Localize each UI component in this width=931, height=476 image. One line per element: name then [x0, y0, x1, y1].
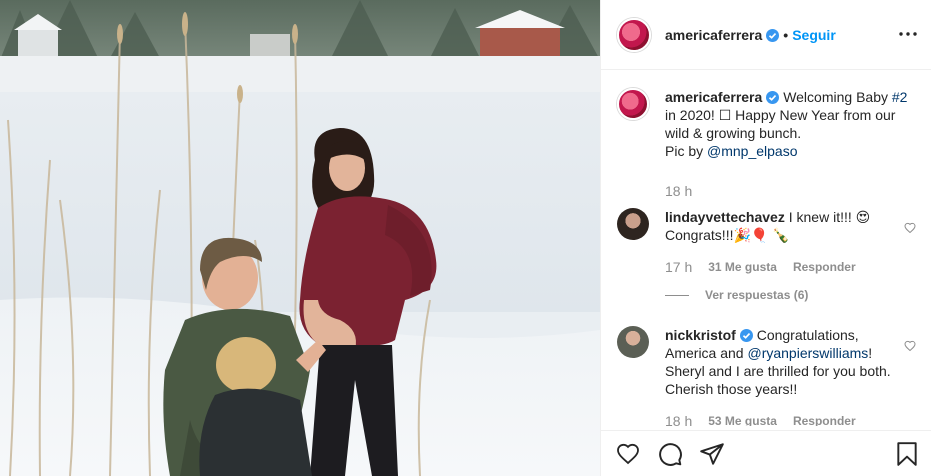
verified-badge-icon — [766, 91, 780, 104]
verified-badge-icon — [766, 28, 780, 42]
hashtag-link[interactable]: #2 — [892, 89, 908, 105]
comment-meta: 17 h 31 Me gusta Responder — [665, 258, 910, 276]
heart-icon[interactable] — [613, 439, 643, 469]
reply-button[interactable]: Responder — [793, 412, 856, 426]
comment-likes[interactable]: 53 Me gusta — [708, 412, 777, 426]
comment-mention[interactable]: @ryanpierswilliams — [747, 345, 868, 361]
caption-body: americaferrera Welcoming Baby #2 in 2020… — [665, 88, 910, 200]
instagram-post: americaferrera • Seguir americaferrera W… — [0, 0, 931, 476]
post-header: americaferrera • Seguir — [601, 0, 931, 70]
post-actions-bar — [601, 430, 931, 476]
comment-time[interactable]: 18 h — [665, 412, 692, 426]
comments-list[interactable]: americaferrera Welcoming Baby #2 in 2020… — [601, 70, 931, 426]
separator-dot: • — [783, 26, 789, 43]
comment-body: lindayvettechavez I knew it!!! 😍 Congrat… — [665, 208, 910, 276]
caption-time[interactable]: 18 h — [665, 182, 692, 200]
replies-divider-line — [665, 294, 689, 296]
send-icon[interactable] — [697, 439, 727, 469]
commenter-username[interactable]: lindayvettechavez — [665, 209, 785, 225]
post-photo[interactable] — [0, 0, 600, 476]
caption-meta: 18 h — [665, 182, 910, 200]
caption-username[interactable]: americaferrera — [665, 89, 762, 105]
commenter-avatar[interactable] — [617, 208, 649, 240]
more-options-icon[interactable] — [898, 24, 918, 44]
family-photo-illustration — [0, 0, 600, 476]
caption-text: Welcoming Baby — [783, 89, 892, 105]
comment-item: nickkristof Congratulations, America and… — [617, 326, 916, 426]
comment-item: lindayvettechavez I knew it!!! 😍 Congrat… — [617, 208, 916, 276]
bookmark-icon[interactable] — [892, 439, 922, 469]
caption-text-2: in 2020! ☐ Happy New Year from our wild … — [665, 107, 896, 141]
view-replies-toggle[interactable]: Ver respuestas (6) — [665, 288, 916, 302]
author-name-text[interactable]: americaferrera — [665, 27, 762, 43]
comment-icon[interactable] — [655, 439, 685, 469]
comment-likes[interactable]: 31 Me gusta — [708, 258, 777, 276]
follow-button[interactable]: Seguir — [792, 27, 836, 43]
photographer-mention[interactable]: @mnp_elpaso — [707, 143, 798, 159]
caption-avatar[interactable] — [617, 88, 649, 120]
comment-time[interactable]: 17 h — [665, 258, 692, 276]
commenter-avatar[interactable] — [617, 326, 649, 358]
comment-like-heart-icon[interactable] — [904, 340, 916, 352]
commenter-username[interactable]: nickkristof — [665, 327, 736, 343]
reply-button[interactable]: Responder — [793, 258, 856, 276]
post-caption: americaferrera Welcoming Baby #2 in 2020… — [617, 88, 916, 200]
post-sidebar: americaferrera • Seguir americaferrera W… — [600, 0, 931, 476]
view-replies-label[interactable]: Ver respuestas (6) — [705, 288, 808, 302]
comment-like-heart-icon[interactable] — [904, 222, 916, 234]
author-avatar[interactable] — [617, 17, 651, 52]
comment-body: nickkristof Congratulations, America and… — [665, 326, 910, 426]
comment-meta: 18 h 53 Me gusta Responder — [665, 412, 910, 426]
author-username[interactable]: americaferrera — [665, 27, 780, 43]
pic-by-text: Pic by — [665, 143, 708, 159]
verified-badge-icon — [739, 329, 753, 342]
